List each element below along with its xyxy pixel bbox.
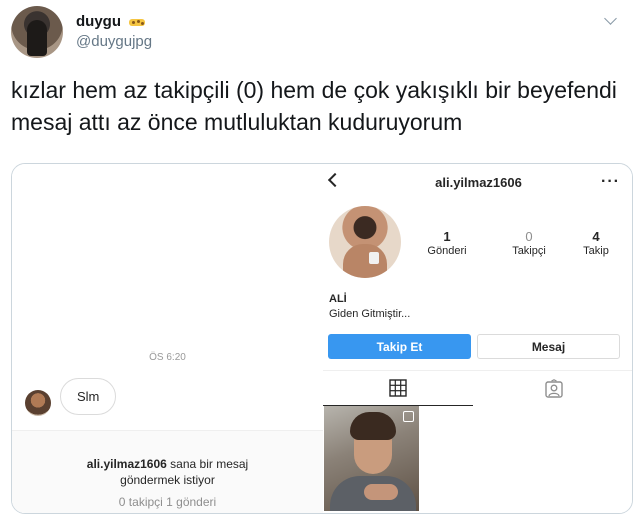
dm-screenshot: ÖS 6:20 Slm ali.yilmaz1606 sana bir mesa… [12, 164, 323, 513]
dm-request-stats: 0 takipçi 1 gönderi [118, 495, 217, 509]
author-name-row: duygu [76, 13, 149, 30]
tab-grid [323, 371, 473, 406]
bio-name: ALİ [329, 293, 347, 305]
followers-label: Takipçi [512, 245, 546, 257]
multiple-photos-icon [403, 411, 414, 422]
leopard-emoji-icon [127, 16, 149, 28]
posts-label: Gönderi [427, 245, 467, 257]
profile-post-thumbnail [324, 406, 419, 511]
author-avatar[interactable] [11, 6, 63, 58]
stat-following: 4 Takip [566, 229, 626, 257]
author-handle[interactable]: @duygujpg [76, 33, 152, 50]
dm-message-bubble: Slm [60, 378, 117, 415]
tab-tagged [473, 371, 632, 406]
stat-followers: 0 Takipçi [499, 229, 559, 257]
profile-tab-bar [323, 370, 632, 406]
dm-sender-avatar [25, 390, 51, 416]
chevron-down-icon[interactable] [604, 12, 617, 25]
author-display-name[interactable]: duygu [76, 13, 121, 30]
message-button: Mesaj [477, 334, 620, 359]
dm-timestamp: ÖS 6:20 [149, 352, 186, 363]
tweet-media[interactable]: ÖS 6:20 Slm ali.yilmaz1606 sana bir mesa… [11, 163, 633, 514]
dm-request-text-2: göndermek istiyor [120, 473, 215, 487]
followers-count: 0 [525, 229, 533, 244]
dm-request-username: ali.yilmaz1606 [86, 457, 167, 471]
follow-button: Takip Et [328, 334, 471, 359]
grid-icon [389, 379, 407, 397]
posts-count: 1 [443, 229, 451, 244]
following-label: Takip [583, 245, 609, 257]
profile-avatar [329, 206, 401, 278]
dm-request-text-1: sana bir mesaj [170, 457, 249, 471]
following-count: 4 [592, 229, 600, 244]
tagged-person-icon [544, 378, 563, 398]
more-options-icon: ··· [601, 173, 620, 190]
profile-screenshot: ali.yilmaz1606 ··· 1 Gönderi 0 Takipçi 4… [323, 164, 632, 513]
tweet-text: kızlar hem az takipçili (0) hem de çok y… [11, 77, 617, 135]
bio-text: Giden Gitmiştir... [329, 308, 411, 320]
stat-posts: 1 Gönderi [417, 229, 477, 257]
dm-request-banner: ali.yilmaz1606 sana bir mesaj göndermek … [12, 430, 323, 513]
profile-username: ali.yilmaz1606 [435, 175, 522, 190]
